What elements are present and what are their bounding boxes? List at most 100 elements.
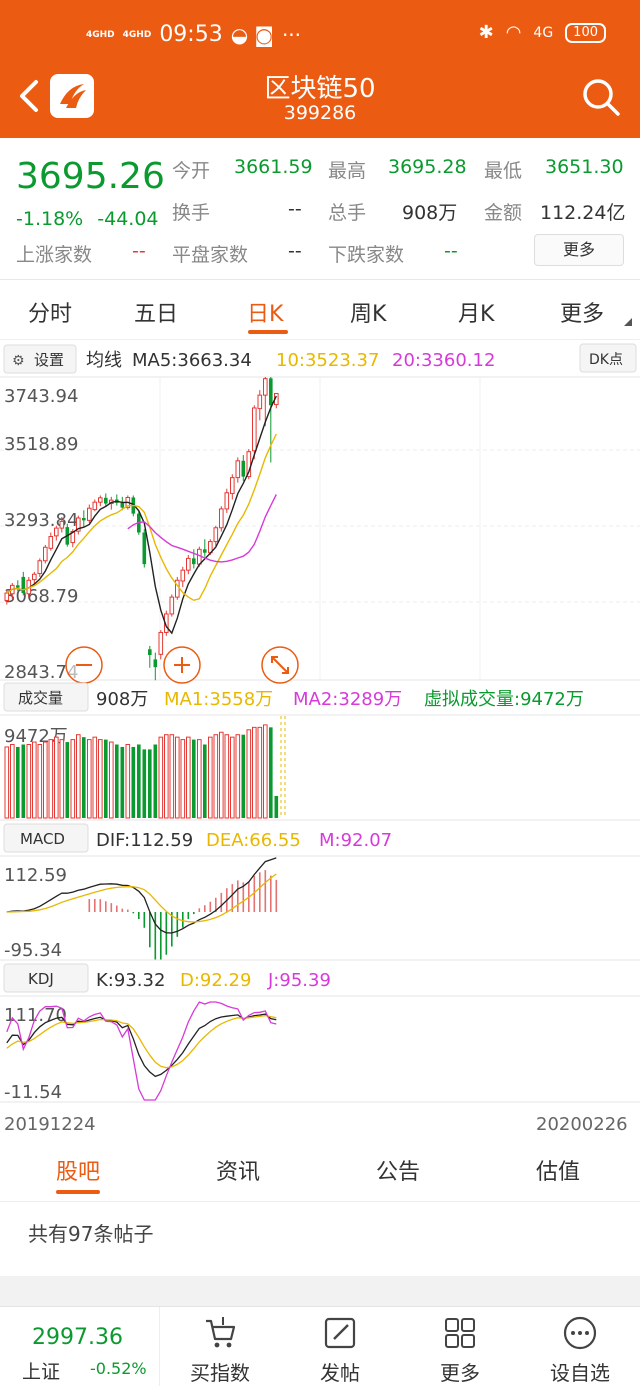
macd-m: M:92.07 [319,830,392,851]
volume-bar [252,726,257,819]
candle [213,525,219,546]
open-value: 3661.59 [234,156,313,178]
volume-bar [208,736,213,819]
tab-valuation[interactable]: 估值 [536,1154,580,1186]
bluetooth-icon: ✱ [478,22,494,43]
zoom-out-button[interactable] [65,646,103,684]
virtual-volume: 虚拟成交量:9472万 [424,689,584,710]
volume-bar [87,739,92,819]
post-button[interactable]: 发帖 [280,1307,400,1386]
tab-monthly-k[interactable]: 月K [458,296,494,328]
volume-bar [164,734,169,819]
candle [257,390,263,421]
macd-tick-top: 112.59 [4,865,67,886]
amount-label: 金额 [484,202,523,224]
volume-bar [230,736,235,819]
volume-bar [59,739,65,819]
network-type-label: 4G [533,24,554,41]
volume-bar [175,736,180,819]
tab-stock-forum[interactable]: 股吧 [56,1154,100,1186]
volume-bar [235,734,241,819]
settings-label: 设置 [34,351,64,369]
candle [92,499,98,512]
high-label: 最高 [328,160,367,182]
status-time: 09:53 [159,22,223,47]
index-name: 上证 [22,1361,61,1383]
price-panel-grid [0,376,640,681]
macd-dif: DIF:112.59 [96,830,193,851]
volume-value: 908万 [402,202,458,224]
more-features-button[interactable]: 更多 [400,1307,520,1386]
candle [82,510,86,527]
kdj-tick-bottom: -11.54 [4,1082,62,1103]
kdj-tick-top: 111.70 [4,1005,67,1026]
price-change: -1.18% -44.04 [16,208,159,230]
kline-chart[interactable]: ⚙ 设置 均线 MA5:3663.34 10:3523.37 20:3360.1… [0,340,640,1138]
candle [186,555,191,575]
price-change-pct: -1.18% [16,208,84,230]
volume-bar [10,744,15,819]
tab-daily-k[interactable]: 日K [247,296,283,328]
candle [235,457,241,483]
tab-announcements[interactable]: 公告 [376,1154,420,1186]
down-count-value: -- [444,240,458,262]
post-count-text: 共有97条帖子 [28,1222,154,1246]
tab-weekly-k[interactable]: 周K [350,296,386,328]
post-label: 发帖 [320,1361,360,1385]
candle [37,558,43,577]
price-change-abs: -44.04 [97,208,159,230]
volume-bar [269,727,273,818]
wifi-icon: ◠ [505,22,522,43]
watchlist-label: 设自选 [550,1361,610,1385]
macd-label: MACD [20,830,65,848]
macd-tick-bottom: -95.34 [4,940,62,961]
candle [274,392,279,409]
settings-gear-icon: ⚙ [12,353,25,369]
candle [54,525,59,541]
tab-intraday[interactable]: 分时 [28,296,72,328]
low-value: 3651.30 [545,156,624,178]
volume-bar [70,739,76,819]
candle [203,539,207,557]
active-content-tab-indicator [56,1190,100,1194]
status-bar: 4GHD 4GHD 09:53 ◒ ◙ ··· ✱ ◠ 4G 100 [0,18,640,54]
volume-bar [169,734,175,819]
tab-five-day[interactable]: 五日 [134,296,178,328]
volume-bar [158,736,164,819]
volume-bar [246,729,252,819]
volume-bar [48,739,54,819]
zoom-in-button[interactable] [163,646,201,684]
page-title: 区块链50 [264,74,376,104]
dk-point-label: DK点 [589,352,623,368]
section-divider [0,1276,640,1306]
quote-panel: 3695.26 -1.18% -44.04 今开 3661.59 最高 3695… [0,138,640,280]
volume-bar [180,739,186,819]
buy-index-button[interactable]: 买指数 [160,1307,280,1386]
flat-count-label: 平盘家数 [172,244,249,266]
tab-news[interactable]: 资讯 [216,1154,260,1186]
candle [219,506,224,532]
volume-bar [203,744,207,818]
quote-more-button[interactable]: 更多 [534,234,624,266]
volume-bar [197,739,202,819]
low-label: 最低 [484,160,523,182]
index-value: 2997.36 [32,1325,123,1350]
volume-bar [21,744,26,818]
more-label: 更多 [440,1361,480,1385]
notification-icon: ◒ ◙ [230,22,274,47]
content-tabs: 股吧 资讯 公告 估值 [0,1138,640,1202]
volume-bar [115,744,119,818]
tab-more[interactable]: 更多 [560,296,604,328]
add-watchlist-button[interactable]: 设自选 [520,1307,640,1386]
volume-bar [153,744,158,818]
search-icon[interactable] [580,76,622,118]
candle [115,494,119,506]
volume-bar [109,741,114,819]
fullscreen-button[interactable] [261,646,299,684]
volume-bar [32,741,37,819]
market-index-widget[interactable]: 2997.36 上证 -0.52% [0,1307,160,1386]
high-value: 3695.28 [388,156,467,178]
candle [87,504,92,524]
kdj-d: D:92.29 [180,970,251,991]
volume-bar [82,737,86,818]
